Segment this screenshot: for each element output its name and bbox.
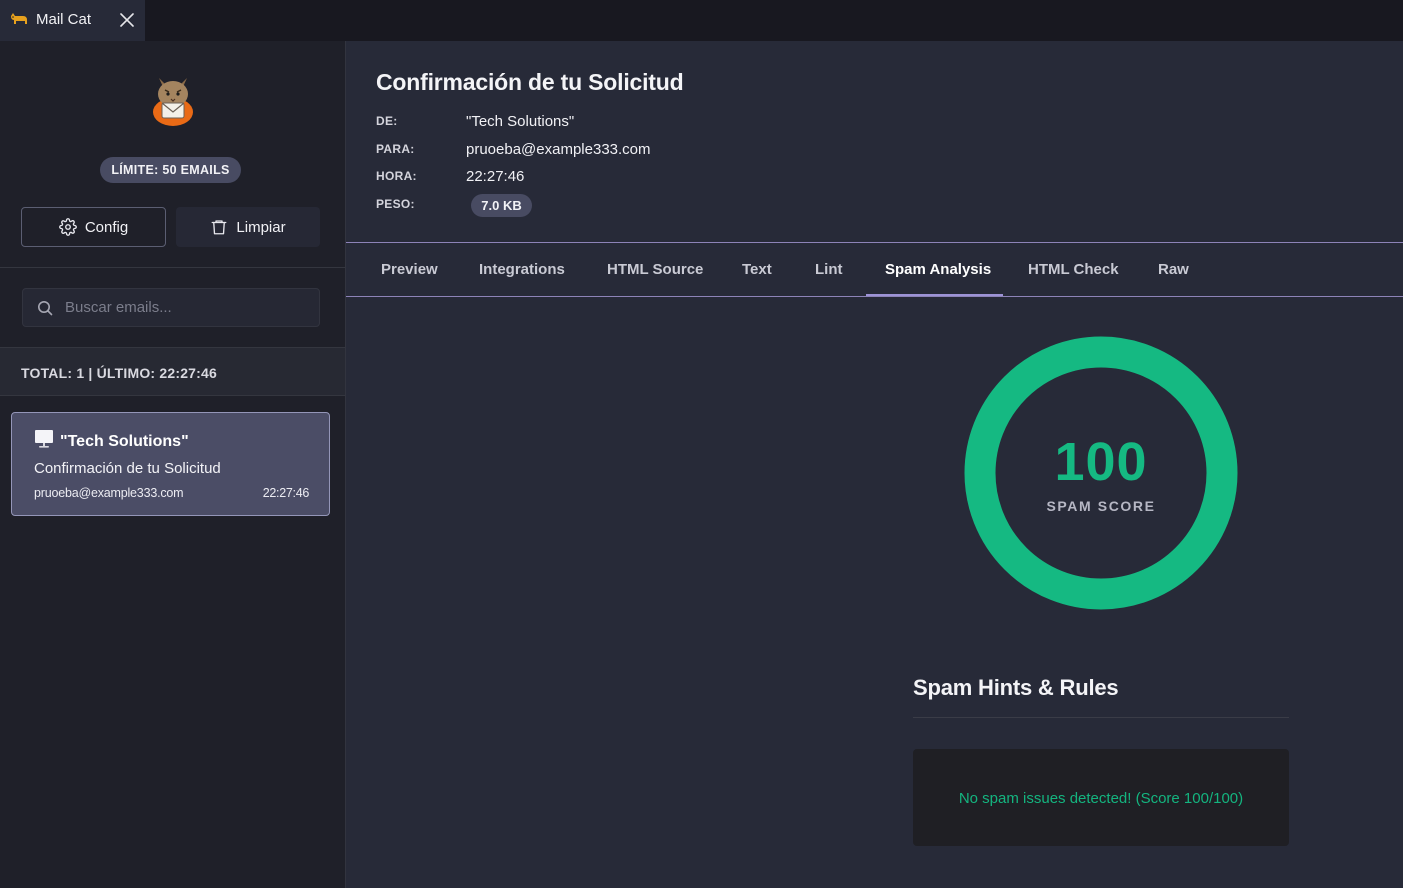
tab-bar: Preview Integrations HTML Source Text Li…	[346, 242, 1403, 297]
email-time: 22:27:46	[262, 486, 310, 500]
tab-integrations[interactable]: Integrations	[479, 243, 565, 296]
to-value: pruoeba@example333.com	[466, 141, 651, 158]
clear-button[interactable]: Limpiar	[176, 207, 320, 247]
spam-hints-heading: Spam Hints & Rules	[913, 675, 1119, 700]
tab-lint[interactable]: Lint	[815, 243, 843, 296]
sidebar: LÍMITE: 50 EMAILS Config Limpiar TOTAL: …	[0, 41, 346, 888]
time-value: 22:27:46	[466, 168, 525, 185]
message-view: Confirmación de tu Solicitud DE: "Tech S…	[346, 41, 1403, 888]
from-label: DE:	[376, 114, 398, 128]
message-title: Confirmación de tu Solicitud	[376, 69, 684, 95]
close-icon[interactable]	[119, 12, 135, 28]
config-button-label: Config	[84, 218, 129, 236]
email-subject: Confirmación de tu Solicitud	[34, 460, 221, 477]
tab-html-check[interactable]: HTML Check	[1028, 243, 1119, 296]
tab-preview[interactable]: Preview	[381, 243, 438, 296]
gear-icon	[58, 218, 77, 236]
limit-badge: LÍMITE: 50 EMAILS	[100, 157, 241, 183]
spam-score-label: SPAM SCORE	[1046, 498, 1156, 514]
tab-spam-analysis[interactable]: Spam Analysis	[866, 243, 1003, 296]
totals-text: TOTAL: 1 | ÚLTIMO: 22:27:46	[21, 365, 218, 381]
size-label: PESO:	[376, 197, 415, 211]
search-input[interactable]	[65, 289, 315, 326]
app-tab[interactable]: Mail Cat	[0, 0, 145, 41]
search-icon	[38, 301, 53, 316]
email-sender: "Tech Solutions"	[60, 433, 189, 450]
totals-bar: TOTAL: 1 | ÚLTIMO: 22:27:46	[0, 348, 345, 396]
spam-result-message: No spam issues detected! (Score 100/100)	[913, 749, 1289, 846]
size-badge: 7.0 KB	[471, 194, 532, 217]
from-value: "Tech Solutions"	[466, 113, 575, 130]
mail-cat-logo	[153, 78, 193, 126]
clear-button-label: Limpiar	[236, 218, 286, 236]
divider	[913, 717, 1289, 718]
tab-title: Mail Cat	[36, 11, 92, 28]
config-button[interactable]: Config	[21, 207, 166, 247]
tab-text[interactable]: Text	[742, 243, 772, 296]
trash-icon	[211, 220, 227, 235]
divider	[0, 267, 345, 268]
spam-score-value: 100	[1054, 432, 1148, 492]
email-recipient: pruoeba@example333.com	[34, 486, 184, 500]
tab-html-source[interactable]: HTML Source	[607, 243, 703, 296]
search-box[interactable]	[22, 288, 320, 327]
computer-icon	[35, 430, 53, 448]
tab-raw[interactable]: Raw	[1158, 243, 1189, 296]
title-bar: Mail Cat	[0, 0, 1403, 41]
cat-icon	[11, 13, 27, 24]
email-list-item[interactable]: "Tech Solutions" Confirmación de tu Soli…	[11, 412, 330, 516]
to-label: PARA:	[376, 142, 415, 156]
time-label: HORA:	[376, 169, 417, 183]
